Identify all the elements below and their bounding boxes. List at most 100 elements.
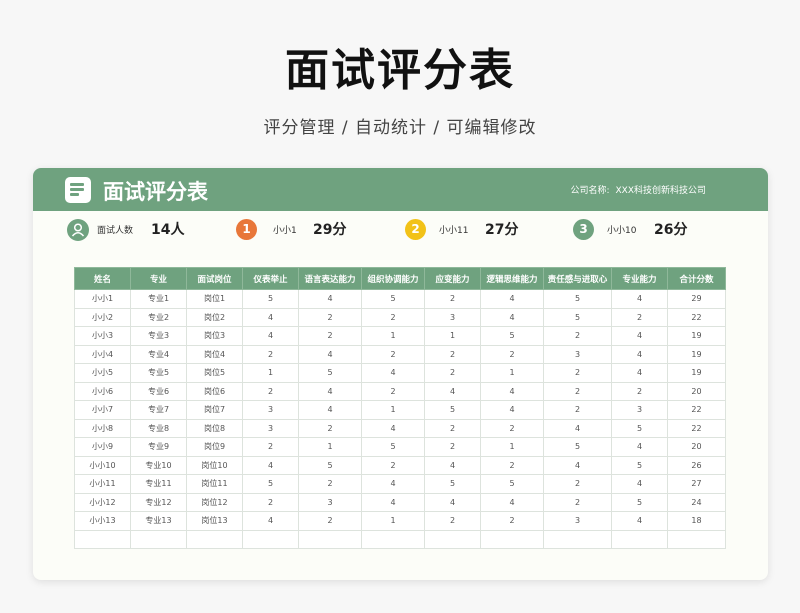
table-cell[interactable]: 专业3 [130, 326, 187, 346]
table-cell[interactable]: 岗位4 [186, 344, 243, 364]
table-cell[interactable]: 5 [480, 474, 544, 494]
table-cell[interactable] [130, 529, 187, 549]
table-cell[interactable]: 2 [480, 418, 544, 438]
table-cell[interactable]: 2 [424, 437, 481, 457]
table-cell[interactable]: 2 [611, 307, 668, 327]
table-cell[interactable]: 4 [611, 326, 668, 346]
table-cell[interactable]: 2 [424, 511, 481, 531]
table-row[interactable]: 小小7 专业7 岗位7 3 4 1 5 4 2 3 22 [74, 400, 726, 420]
table-row[interactable]: 小小3 专业3 岗位3 4 2 1 1 5 2 4 19 [74, 326, 726, 346]
table-cell[interactable]: 小小3 [74, 326, 131, 346]
table-row[interactable]: 小小8 专业8 岗位8 3 2 4 2 2 4 5 22 [74, 418, 726, 438]
table-cell[interactable]: 2 [242, 492, 299, 512]
table-cell[interactable]: 2 [543, 400, 612, 420]
table-row[interactable]: 小小4 专业4 岗位4 2 4 2 2 2 3 4 19 [74, 344, 726, 364]
table-cell[interactable]: 5 [611, 418, 668, 438]
table-cell[interactable]: 小小1 [74, 289, 131, 309]
table-cell[interactable]: 22 [667, 307, 726, 327]
table-cell[interactable]: 4 [242, 307, 299, 327]
table-cell[interactable]: 岗位8 [186, 418, 243, 438]
table-cell[interactable]: 2 [242, 381, 299, 401]
table-row[interactable] [74, 529, 726, 549]
table-cell[interactable]: 2 [480, 511, 544, 531]
table-row[interactable]: 小小5 专业5 岗位5 1 5 4 2 1 2 4 19 [74, 363, 726, 383]
table-cell[interactable] [611, 529, 668, 549]
table-cell[interactable]: 小小10 [74, 455, 131, 475]
table-cell[interactable]: 5 [543, 307, 612, 327]
table-cell[interactable]: 20 [667, 381, 726, 401]
table-row[interactable]: 小小6 专业6 岗位6 2 4 2 4 4 2 2 20 [74, 381, 726, 401]
table-cell[interactable]: 4 [480, 381, 544, 401]
table-cell[interactable]: 1 [298, 437, 362, 457]
table-cell[interactable]: 4 [543, 418, 612, 438]
table-cell[interactable]: 3 [298, 492, 362, 512]
table-cell[interactable]: 2 [424, 418, 481, 438]
table-cell[interactable]: 2 [543, 381, 612, 401]
table-cell[interactable]: 专业10 [130, 455, 187, 475]
table-cell[interactable]: 2 [424, 289, 481, 309]
table-cell[interactable]: 小小12 [74, 492, 131, 512]
table-cell[interactable] [480, 529, 544, 549]
table-row[interactable]: 小小12 专业12 岗位12 2 3 4 4 4 2 5 24 [74, 492, 726, 512]
table-cell[interactable]: 小小13 [74, 511, 131, 531]
table-cell[interactable]: 小小9 [74, 437, 131, 457]
table-cell[interactable]: 岗位9 [186, 437, 243, 457]
table-cell[interactable]: 专业1 [130, 289, 187, 309]
table-cell[interactable]: 岗位6 [186, 381, 243, 401]
table-cell[interactable]: 4 [298, 381, 362, 401]
table-cell[interactable]: 专业2 [130, 307, 187, 327]
table-cell[interactable] [186, 529, 243, 549]
table-cell[interactable]: 5 [424, 400, 481, 420]
table-cell[interactable]: 4 [480, 492, 544, 512]
table-cell[interactable]: 5 [424, 474, 481, 494]
table-cell[interactable]: 专业12 [130, 492, 187, 512]
table-cell[interactable]: 1 [361, 511, 425, 531]
table-cell[interactable]: 2 [242, 437, 299, 457]
table-cell[interactable]: 岗位13 [186, 511, 243, 531]
table-cell[interactable]: 4 [298, 289, 362, 309]
table-cell[interactable]: 专业11 [130, 474, 187, 494]
table-cell[interactable]: 2 [543, 492, 612, 512]
table-cell[interactable]: 4 [480, 400, 544, 420]
table-cell[interactable]: 小小5 [74, 363, 131, 383]
table-cell[interactable]: 2 [298, 511, 362, 531]
table-cell[interactable]: 1 [361, 400, 425, 420]
table-cell[interactable]: 19 [667, 344, 726, 364]
table-cell[interactable]: 5 [543, 437, 612, 457]
table-cell[interactable]: 专业5 [130, 363, 187, 383]
table-cell[interactable]: 4 [298, 400, 362, 420]
table-cell[interactable]: 2 [611, 381, 668, 401]
table-cell[interactable]: 岗位7 [186, 400, 243, 420]
table-cell[interactable]: 2 [480, 344, 544, 364]
table-cell[interactable]: 5 [543, 289, 612, 309]
table-cell[interactable]: 4 [611, 511, 668, 531]
table-cell[interactable]: 4 [242, 455, 299, 475]
table-cell[interactable]: 4 [242, 326, 299, 346]
table-cell[interactable]: 专业4 [130, 344, 187, 364]
table-cell[interactable]: 岗位12 [186, 492, 243, 512]
table-cell[interactable]: 2 [424, 363, 481, 383]
table-cell[interactable]: 5 [611, 492, 668, 512]
table-cell[interactable] [667, 529, 726, 549]
table-cell[interactable]: 4 [611, 289, 668, 309]
table-cell[interactable]: 2 [361, 307, 425, 327]
table-cell[interactable]: 2 [361, 381, 425, 401]
table-row[interactable]: 小小1 专业1 岗位1 5 4 5 2 4 5 4 29 [74, 289, 726, 309]
table-cell[interactable]: 1 [361, 326, 425, 346]
table-cell[interactable]: 3 [543, 511, 612, 531]
table-cell[interactable]: 岗位11 [186, 474, 243, 494]
table-cell[interactable]: 小小2 [74, 307, 131, 327]
table-cell[interactable]: 4 [480, 289, 544, 309]
table-cell[interactable]: 4 [424, 455, 481, 475]
table-cell[interactable]: 4 [611, 437, 668, 457]
table-cell[interactable]: 4 [361, 474, 425, 494]
table-cell[interactable]: 岗位1 [186, 289, 243, 309]
table-cell[interactable]: 3 [242, 400, 299, 420]
table-cell[interactable]: 5 [242, 474, 299, 494]
table-cell[interactable]: 22 [667, 418, 726, 438]
table-cell[interactable]: 5 [361, 437, 425, 457]
table-row[interactable]: 小小10 专业10 岗位10 4 5 2 4 2 4 5 26 [74, 455, 726, 475]
table-cell[interactable]: 1 [480, 363, 544, 383]
table-cell[interactable] [543, 529, 612, 549]
table-cell[interactable]: 4 [611, 474, 668, 494]
